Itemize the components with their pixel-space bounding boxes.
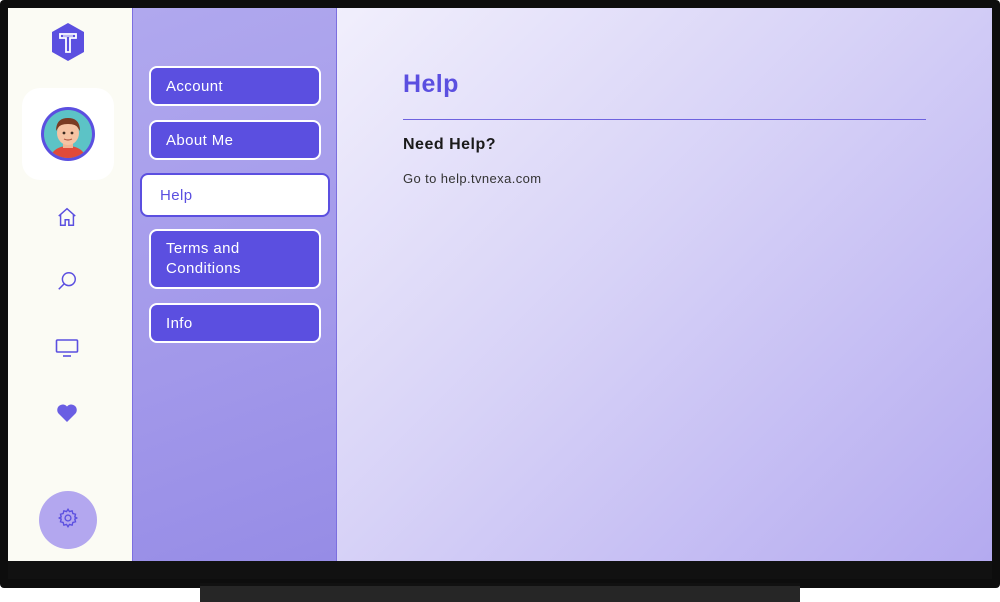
help-text: Go to help.tvnexa.com <box>403 171 542 186</box>
menu-item-label: Info <box>166 314 193 332</box>
sidebar-rail <box>8 8 132 561</box>
tv-frame: Account About Me Help Terms and Conditio… <box>0 0 1000 588</box>
menu-item-account[interactable]: Account <box>149 66 321 106</box>
tv-icon[interactable] <box>54 335 80 361</box>
menu-item-label: About Me <box>166 131 234 149</box>
menu-item-about-me[interactable]: About Me <box>149 120 321 160</box>
menu-item-label: Terms and Conditions <box>166 240 241 277</box>
page-title: Help <box>403 70 459 98</box>
gear-icon <box>57 507 79 534</box>
menu-item-label: Account <box>166 77 223 95</box>
search-icon[interactable] <box>54 268 80 294</box>
menu-item-terms[interactable]: Terms and Conditions <box>149 229 321 289</box>
profile-card[interactable] <box>22 88 114 180</box>
content-panel: Help Need Help? Go to help.tvnexa.com <box>337 8 992 561</box>
title-divider <box>403 119 926 120</box>
tv-stand <box>200 583 800 602</box>
settings-button[interactable] <box>39 491 97 549</box>
heart-icon[interactable] <box>54 400 80 426</box>
menu-item-info[interactable]: Info <box>149 303 321 343</box>
settings-menu: Account About Me Help Terms and Conditio… <box>132 8 337 561</box>
section-heading: Need Help? <box>403 136 497 153</box>
menu-item-help[interactable]: Help <box>140 173 330 217</box>
menu-item-label: Help <box>160 186 193 204</box>
avatar <box>40 106 96 162</box>
app-logo[interactable] <box>50 22 86 62</box>
home-icon[interactable] <box>54 204 80 230</box>
tv-bezel-bottom <box>8 561 992 579</box>
tv-screen: Account About Me Help Terms and Conditio… <box>8 8 992 561</box>
